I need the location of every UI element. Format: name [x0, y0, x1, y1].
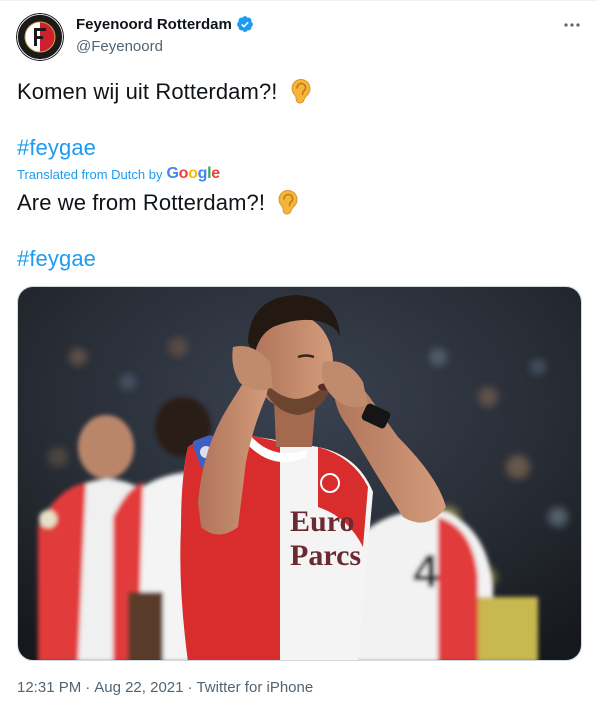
author-name-row[interactable]: Feyenoord Rotterdam — [76, 15, 254, 33]
tweet-photo[interactable]: 4 Euro Parcs — [17, 286, 582, 661]
tweet-time[interactable]: 12:31 PM — [17, 679, 81, 696]
display-name[interactable]: Feyenoord Rotterdam — [76, 16, 232, 33]
tweet-date[interactable]: Aug 22, 2021 — [94, 679, 183, 696]
meta-separator: · — [187, 679, 193, 696]
tweet-original-text: Komen wij uit Rotterdam?! — [17, 78, 312, 111]
translation-label: Translated from Dutch by — [17, 166, 163, 182]
ear-emoji-icon — [277, 189, 299, 222]
footballer-photo: 4 Euro Parcs — [18, 287, 581, 660]
tweet-card: Feyenoord Rotterdam @Feyenoord Komen wij… — [0, 0, 598, 706]
shirt-sponsor-line2: Parcs — [290, 539, 361, 572]
feyenoord-crest-icon — [16, 13, 64, 61]
translated-text: Are we from Rotterdam?! — [17, 190, 266, 215]
more-options-button[interactable] — [560, 13, 584, 37]
svg-text:4: 4 — [413, 545, 439, 597]
tweet-metadata: 12:31 PM · Aug 22, 2021 · Twitter for iP… — [17, 679, 313, 696]
hashtag-link[interactable]: #feygae — [17, 135, 96, 160]
more-dots-icon — [564, 23, 580, 27]
tweet-original-hashtag-line: #feygae — [17, 134, 96, 162]
translation-attribution[interactable]: Translated from Dutch by Google — [17, 165, 220, 183]
tweet-source[interactable]: Twitter for iPhone — [196, 679, 313, 696]
google-logo: Google — [166, 165, 220, 182]
tweet-translated-hashtag-line: #feygae — [17, 245, 96, 273]
hashtag-link[interactable]: #feygae — [17, 246, 96, 271]
verified-badge-icon — [236, 16, 253, 32]
author-handle[interactable]: @Feyenoord — [76, 38, 163, 55]
original-text: Komen wij uit Rotterdam?! — [17, 79, 278, 104]
ear-emoji-icon — [290, 78, 312, 111]
meta-separator: · — [85, 679, 91, 696]
tweet-translated-text: Are we from Rotterdam?! — [17, 189, 299, 222]
shirt-sponsor-line1: Euro — [290, 505, 354, 538]
avatar[interactable] — [16, 13, 64, 61]
